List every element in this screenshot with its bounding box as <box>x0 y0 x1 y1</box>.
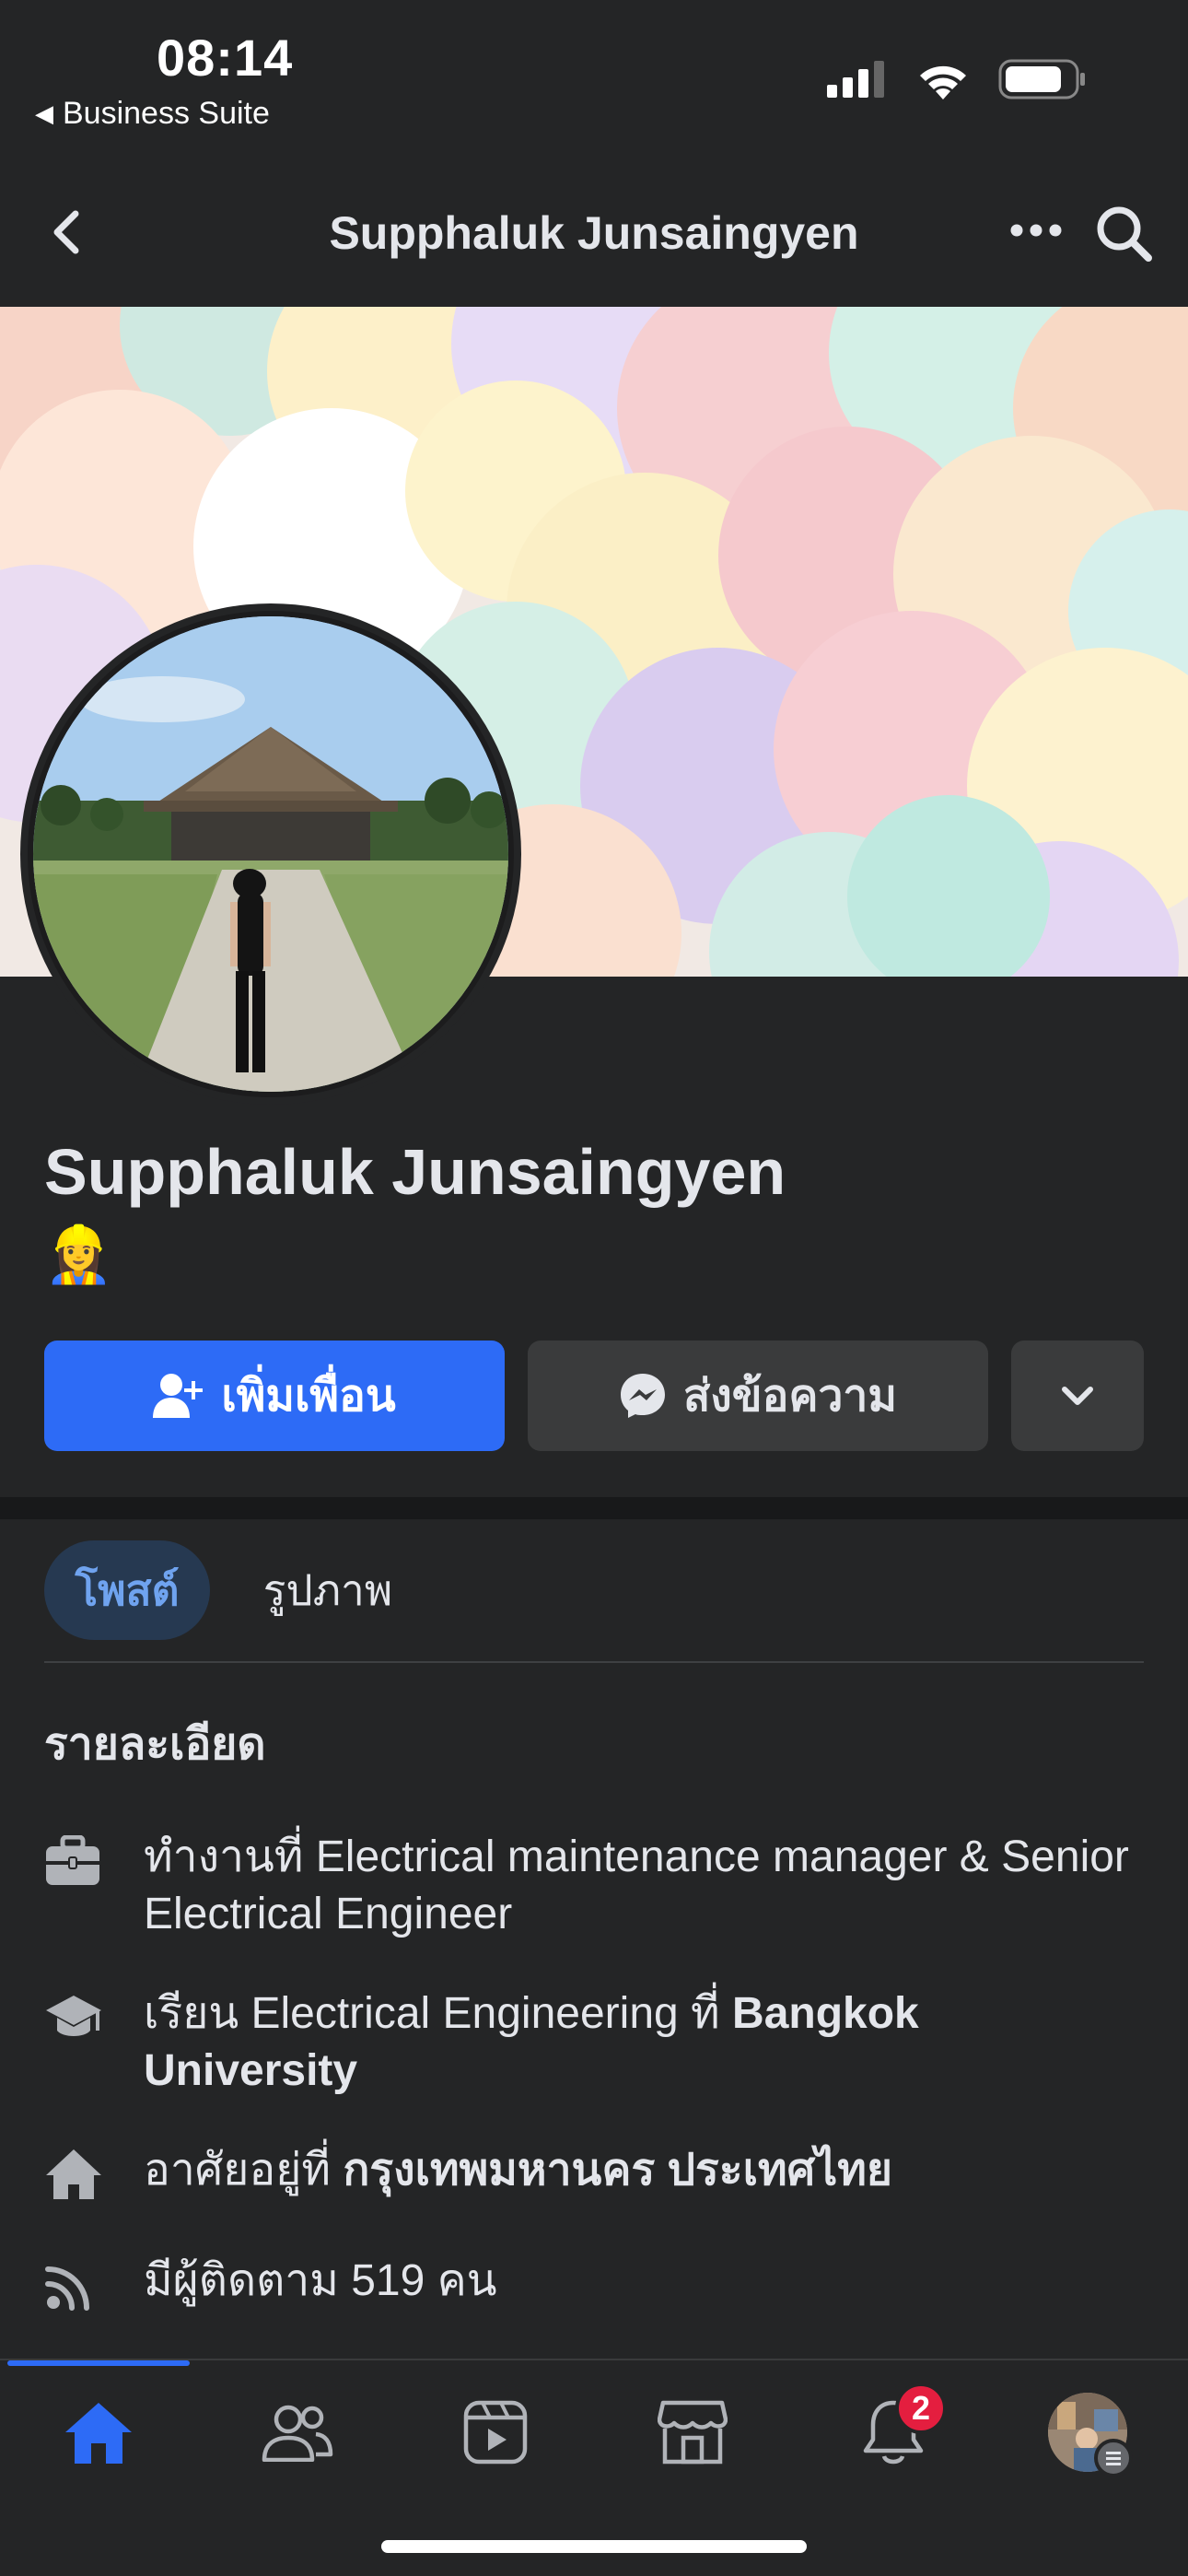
study-field: Electrical Engineering <box>250 1989 679 2038</box>
more-options-icon[interactable] <box>1004 203 1068 258</box>
friends-icon <box>262 2405 333 2462</box>
marketplace-icon <box>658 2400 728 2465</box>
followers-suffix: คน <box>425 2256 497 2305</box>
detail-lives: อาศัยอยู่ที่ กรุงเทพมหานคร ประเทศไทย <box>44 2142 1144 2203</box>
back-to-app-link[interactable]: ◀ Business Suite <box>35 96 270 132</box>
followers-prefix: มีผู้ติดตาม <box>144 2256 352 2305</box>
video-icon <box>463 2400 528 2465</box>
search-icon[interactable] <box>1091 201 1156 265</box>
profile-emoji: 👷‍♀️ <box>44 1224 113 1285</box>
home-location-icon <box>44 2146 122 2203</box>
wifi-icon <box>920 65 966 100</box>
detail-education: เรียน Electrical Engineering ที่ Bangkok… <box>44 1985 1144 2100</box>
signal-icon <box>827 61 884 98</box>
messenger-icon <box>620 1374 665 1418</box>
notifications-badge: 2 <box>895 2383 947 2434</box>
back-app-label: Business Suite <box>63 96 270 131</box>
message-label: ส่งข้อความ <box>682 1372 898 1421</box>
profile-name: Supphaluk Junsaingyen <box>44 1136 786 1208</box>
status-bar: 08:14 ◀ Business Suite <box>0 0 1188 157</box>
status-time: 08:14 <box>157 29 294 87</box>
menu-lines-icon <box>1094 2439 1133 2477</box>
add-friend-button[interactable]: เพิ่มเพื่อน <box>44 1341 505 1451</box>
study-mid: ที่ <box>678 1989 733 2038</box>
tab-home[interactable] <box>52 2386 145 2478</box>
lives-value[interactable]: กรุงเทพมหานคร ประเทศไทย <box>343 2146 892 2195</box>
tab-marketplace[interactable] <box>646 2386 739 2478</box>
home-icon <box>65 2403 132 2464</box>
section-divider <box>0 1497 1188 1519</box>
detail-work: ทำงานที่ Electrical maintenance manager … <box>44 1829 1144 1943</box>
detail-followers: มีผู้ติดตาม 519 คน <box>44 2253 1144 2313</box>
home-indicator <box>381 2540 807 2553</box>
rss-feed-icon <box>44 2256 122 2313</box>
profile-photo <box>33 616 508 1092</box>
tab-friends[interactable] <box>251 2386 344 2478</box>
briefcase-icon <box>44 1832 122 1890</box>
tab-posts[interactable]: โพสต์ <box>44 1540 210 1640</box>
tabs-divider <box>44 1661 1144 1663</box>
message-button[interactable]: ส่งข้อความ <box>528 1341 988 1451</box>
chevron-down-icon <box>1062 1387 1093 1405</box>
status-icons <box>827 59 1087 100</box>
graduation-cap-icon <box>44 1989 122 2046</box>
tab-photos[interactable]: รูปภาพ <box>245 1540 411 1640</box>
more-actions-button[interactable] <box>1011 1341 1144 1451</box>
add-friend-label: เพิ่มเพื่อน <box>221 1372 396 1421</box>
page-header: Supphaluk Junsaingyen <box>0 175 1188 295</box>
study-prefix: เรียน <box>144 1989 251 2038</box>
tab-video[interactable] <box>449 2386 542 2478</box>
details-heading: รายละเอียด <box>44 1720 266 1769</box>
profile-avatar[interactable] <box>28 611 514 1097</box>
battery-icon <box>998 59 1085 100</box>
followers-count: 519 <box>351 2256 425 2305</box>
active-tab-indicator <box>7 2360 190 2366</box>
lives-prefix: อาศัยอยู่ที่ <box>144 2146 344 2195</box>
back-triangle-icon: ◀ <box>35 100 53 127</box>
work-prefix: ทำงานที่ <box>144 1832 316 1881</box>
add-friend-icon <box>153 1374 204 1418</box>
